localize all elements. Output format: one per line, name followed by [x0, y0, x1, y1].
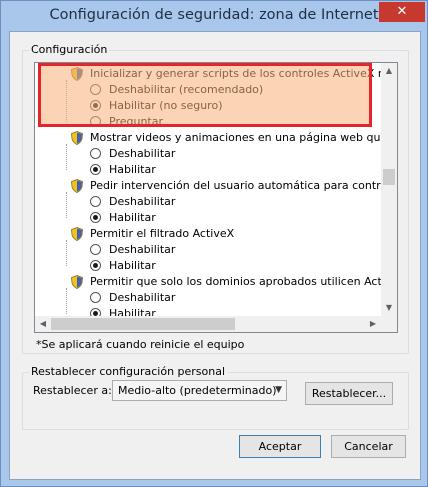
vertical-scrollbar[interactable]: ▲ ▼ — [381, 63, 397, 316]
radio-button-checked[interactable] — [90, 100, 101, 111]
setting-row: Pedir intervención del usuario automátic… — [35, 178, 397, 194]
setting-label: Mostrar videos y animaciones en una pági… — [90, 131, 398, 144]
setting-row: Permitir el filtrado ActiveX — [35, 226, 381, 242]
reset-level-select[interactable]: Medio-alto (predeterminado) ▼ — [112, 380, 287, 401]
scroll-down-icon[interactable]: ▼ — [381, 300, 397, 316]
radio-button-checked[interactable] — [90, 164, 101, 175]
setting-row: Permitir que solo los dominios aprobados… — [35, 274, 397, 290]
radio-button[interactable] — [90, 84, 101, 95]
radio-option[interactable]: Deshabilitar — [35, 242, 381, 258]
security-shield-icon — [71, 131, 83, 145]
scroll-right-icon[interactable]: ▶ — [365, 316, 381, 332]
radio-option-label: Preguntar — [109, 115, 163, 128]
title-bar[interactable]: Configuración de seguridad: zona de Inte… — [1, 1, 427, 31]
radio-option-label: Habilitar (no seguro) — [109, 99, 223, 112]
radio-option[interactable]: Habilitar (no seguro) — [35, 98, 381, 114]
radio-option-label: Habilitar — [109, 163, 156, 176]
scrollbar-corner — [381, 316, 397, 332]
chevron-down-icon: ▼ — [275, 385, 282, 395]
scroll-left-icon[interactable]: ◀ — [35, 316, 51, 332]
reset-level-value: Medio-alto (predeterminado) — [118, 384, 277, 397]
radio-button-checked[interactable] — [90, 212, 101, 223]
radio-option[interactable]: Deshabilitar — [35, 146, 381, 162]
security-shield-icon — [71, 275, 83, 289]
tree-connector-line — [66, 192, 67, 218]
radio-option[interactable]: Deshabilitar — [35, 194, 381, 210]
security-shield-icon — [71, 227, 83, 241]
reset-to-label: Restablecer a: — [33, 384, 112, 397]
setting-row: Mostrar videos y animaciones en una pági… — [35, 130, 397, 146]
security-shield-icon — [71, 67, 83, 81]
radio-option[interactable]: Deshabilitar — [35, 290, 381, 306]
restart-note: *Se aplicará cuando reinicie el equipo — [36, 338, 245, 351]
config-group-label: Configuración — [29, 43, 110, 56]
radio-option[interactable]: Deshabilitar (recomendado) — [35, 82, 381, 98]
radio-option[interactable]: Preguntar — [35, 114, 381, 130]
dialog-window: Configuración de seguridad: zona de Inte… — [0, 0, 428, 487]
radio-button[interactable] — [90, 244, 101, 255]
radio-option-label: Deshabilitar — [109, 195, 176, 208]
tree-connector-line — [66, 80, 67, 122]
vertical-scroll-thumb[interactable] — [383, 169, 395, 185]
setting-label: Inicializar y generar scripts de los con… — [90, 67, 398, 80]
horizontal-scrollbar[interactable]: ◀ ▶ — [35, 316, 381, 332]
scroll-up-icon[interactable]: ▲ — [381, 63, 397, 79]
radio-button[interactable] — [90, 116, 101, 127]
security-shield-icon — [71, 179, 83, 193]
close-button[interactable]: ✕ — [379, 2, 425, 22]
tree-connector-line — [66, 240, 67, 266]
radio-option[interactable]: Habilitar — [35, 258, 381, 274]
setting-label: Permitir que solo los dominios aprobados… — [90, 275, 397, 288]
setting-label: Permitir el filtrado ActiveX — [90, 227, 235, 240]
tree-connector-line — [66, 288, 67, 314]
radio-option-label: Deshabilitar (recomendado) — [109, 83, 264, 96]
radio-button[interactable] — [90, 292, 101, 303]
horizontal-scroll-thumb[interactable] — [51, 318, 235, 330]
reset-to-text: Restablecer a: — [33, 384, 112, 397]
setting-label: Pedir intervención del usuario automátic… — [90, 179, 398, 192]
cancel-button[interactable]: Cancelar — [331, 435, 406, 458]
settings-tree[interactable]: Inicializar y generar scripts de los con… — [34, 62, 398, 333]
radio-option-label: Habilitar — [109, 259, 156, 272]
radio-option-label: Deshabilitar — [109, 243, 176, 256]
radio-button[interactable] — [90, 148, 101, 159]
reset-group-label: Restablecer configuración personal — [29, 365, 228, 378]
radio-option[interactable]: Habilitar — [35, 162, 381, 178]
close-icon: ✕ — [396, 4, 408, 19]
radio-option-label: Habilitar — [109, 211, 156, 224]
tree-connector-line — [66, 144, 67, 170]
radio-option[interactable]: Habilitar — [35, 210, 381, 226]
radio-button[interactable] — [90, 196, 101, 207]
radio-button-checked[interactable] — [90, 260, 101, 271]
window-title: Configuración de seguridad: zona de Inte… — [49, 7, 379, 23]
reset-button[interactable]: Restablecer... — [305, 382, 393, 405]
ok-button[interactable]: Aceptar — [239, 435, 321, 458]
setting-row: Inicializar y generar scripts de los con… — [35, 66, 397, 82]
radio-option-label: Deshabilitar — [109, 291, 176, 304]
radio-option-label: Deshabilitar — [109, 147, 176, 160]
